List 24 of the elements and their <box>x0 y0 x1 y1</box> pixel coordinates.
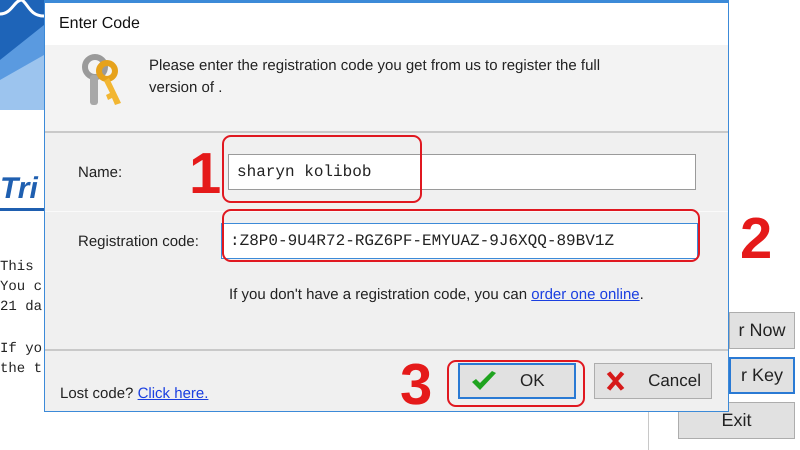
cancel-button[interactable]: Cancel <box>594 363 712 399</box>
order-link[interactable]: order one online <box>531 286 640 303</box>
close-icon <box>605 370 626 392</box>
field-label: Name: <box>78 164 124 180</box>
click-here-link[interactable]: Click here. <box>138 384 208 402</box>
ok-button[interactable]: OK <box>458 363 576 399</box>
app-button[interactable]: r Key <box>729 357 795 394</box>
step-number: 1 <box>189 145 222 203</box>
input-field[interactable]: :Z8P0-9U4R72-RGZ6PF-EMYUAZ-9J6XQQ-89BV1Z <box>221 223 698 259</box>
description-text: If yo <box>0 341 44 359</box>
window-title: Enter Code <box>59 15 140 33</box>
step-number: 2 <box>740 210 772 268</box>
check-icon <box>470 370 498 392</box>
description-text: the t <box>0 361 44 379</box>
description-text: You c <box>0 279 44 297</box>
help-text: If you don't have a registration code, you can order one online. <box>229 285 645 305</box>
instruction-text: Please enter the registration code you get from us to register the full version of . <box>149 56 602 98</box>
input-field[interactable]: sharyn kolibob <box>228 154 696 190</box>
lost-code-text: Lost code? Click here. <box>60 384 210 402</box>
field-label: Registration code: <box>78 232 200 250</box>
description-text: 21 da <box>0 299 44 317</box>
step-number: 3 <box>400 356 432 414</box>
description-text: This <box>0 259 35 277</box>
app-button[interactable]: r Now <box>729 312 795 349</box>
